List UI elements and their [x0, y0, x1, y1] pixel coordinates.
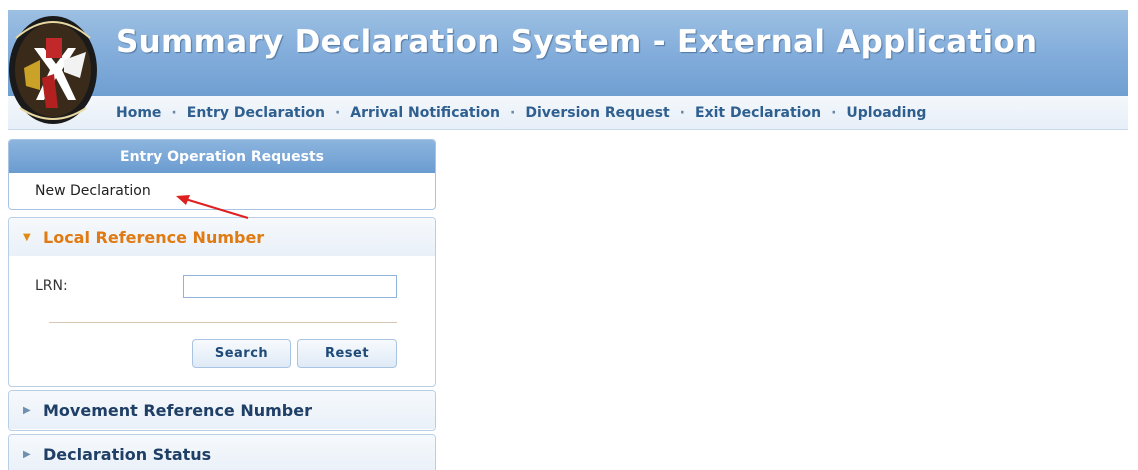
mrn-accordion-title: Movement Reference Number [43, 400, 312, 420]
malta-customs-crest-icon [9, 16, 97, 124]
nav-diversion-request[interactable]: Diversion Request [525, 105, 669, 121]
lrn-label: LRN: [35, 278, 68, 294]
search-button[interactable]: Search [192, 339, 291, 368]
caret-right-icon: ▶ [23, 448, 31, 460]
panel-title: Entry Operation Requests [9, 140, 435, 173]
entry-operation-requests-panel: Entry Operation Requests New Declaration [8, 139, 436, 210]
mrn-accordion: ▶ Movement Reference Number [8, 390, 436, 431]
nav-exit-declaration[interactable]: Exit Declaration [695, 105, 821, 121]
lrn-accordion: ▼ Local Reference Number LRN: Search Res… [8, 217, 436, 387]
form-divider [49, 322, 397, 323]
nav-separator: · [831, 105, 837, 121]
nav-separator: · [679, 105, 685, 121]
declaration-status-accordion: ▶ Declaration Status [8, 434, 436, 470]
lrn-accordion-title: Local Reference Number [43, 227, 265, 247]
main-nav: Home · Entry Declaration · Arrival Notif… [8, 96, 1128, 130]
reset-button[interactable]: Reset [297, 339, 397, 368]
caret-right-icon: ▶ [23, 404, 31, 416]
lrn-form: LRN: Search Reset [9, 256, 435, 386]
nav-home[interactable]: Home [116, 105, 161, 121]
declaration-status-accordion-title: Declaration Status [43, 444, 212, 464]
lrn-accordion-header[interactable]: ▼ Local Reference Number [9, 218, 435, 256]
nav-uploading[interactable]: Uploading [846, 105, 926, 121]
nav-entry-declaration[interactable]: Entry Declaration [187, 105, 325, 121]
nav-arrival-notification[interactable]: Arrival Notification [350, 105, 500, 121]
nav-separator: · [171, 105, 177, 121]
declaration-status-accordion-header[interactable]: ▶ Declaration Status [9, 435, 435, 470]
panel-body: New Declaration [9, 173, 435, 209]
new-declaration-link[interactable]: New Declaration [35, 183, 151, 199]
nav-separator: · [334, 105, 341, 121]
app-title: Summary Declaration System - External Ap… [116, 24, 1038, 60]
lrn-input[interactable] [183, 275, 397, 298]
app-header: Summary Declaration System - External Ap… [8, 10, 1128, 96]
nav-list: Home · Entry Declaration · Arrival Notif… [116, 96, 926, 130]
nav-separator: · [510, 105, 516, 121]
caret-down-icon: ▼ [23, 231, 31, 243]
mrn-accordion-header[interactable]: ▶ Movement Reference Number [9, 391, 435, 429]
